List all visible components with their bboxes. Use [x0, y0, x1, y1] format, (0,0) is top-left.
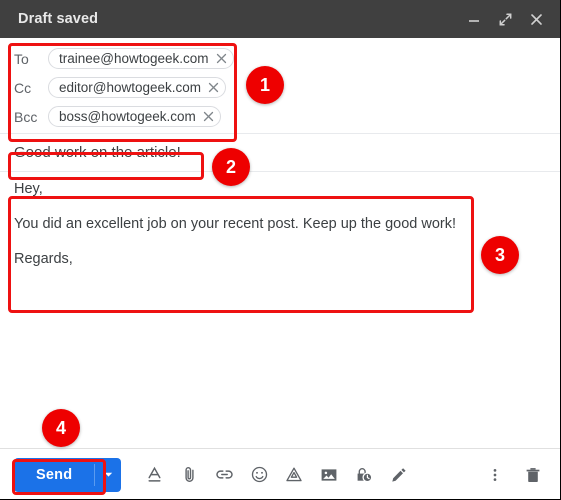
- confidential-mode-icon[interactable]: [349, 459, 379, 491]
- minimize-button[interactable]: [460, 5, 488, 33]
- window-controls: [460, 5, 550, 33]
- message-blank-2: [14, 233, 560, 251]
- attach-file-icon[interactable]: [174, 459, 204, 491]
- toolbar-right-group: [480, 459, 548, 491]
- formatting-options-icon[interactable]: [139, 459, 169, 491]
- remove-recipient-icon[interactable]: [203, 111, 214, 122]
- to-row[interactable]: To trainee@howtogeek.com: [0, 44, 560, 73]
- insert-drive-file-icon[interactable]: [279, 459, 309, 491]
- remove-recipient-icon[interactable]: [216, 53, 227, 64]
- recipient-chip-label: trainee@howtogeek.com: [59, 51, 209, 66]
- insert-signature-icon[interactable]: [384, 459, 414, 491]
- compose-body: To trainee@howtogeek.com Cc editor@howto…: [0, 38, 560, 499]
- message-blank-1: [14, 198, 560, 216]
- insert-link-icon[interactable]: [209, 459, 239, 491]
- insert-emoji-icon[interactable]: [244, 459, 274, 491]
- toolbar-icon-group: [139, 459, 414, 491]
- cc-label: Cc: [14, 79, 32, 96]
- message-body-input[interactable]: Hey, You did an excellent job on your re…: [0, 172, 560, 268]
- more-options-icon[interactable]: [480, 459, 510, 491]
- recipient-chip-bcc[interactable]: boss@howtogeek.com: [48, 106, 221, 127]
- remove-recipient-icon[interactable]: [208, 82, 219, 93]
- message-line-1: Hey,: [14, 181, 43, 197]
- send-button-group[interactable]: Send: [14, 457, 122, 492]
- to-label: To: [14, 50, 29, 67]
- message-line-3: Regards,: [14, 251, 73, 267]
- close-button[interactable]: [522, 5, 550, 33]
- subject-row[interactable]: Good work on the article!: [0, 134, 560, 171]
- compose-window: Draft saved To trainee@howtogeek.com Cc …: [0, 0, 561, 500]
- recipient-chip-label: editor@howtogeek.com: [59, 80, 202, 95]
- bcc-row[interactable]: Bcc boss@howtogeek.com: [0, 102, 560, 131]
- send-options-dropdown[interactable]: [95, 458, 121, 492]
- bcc-label: Bcc: [14, 108, 38, 125]
- compose-titlebar: Draft saved: [0, 0, 560, 38]
- trash-icon[interactable]: [518, 459, 548, 491]
- compose-toolbar: Send: [0, 448, 560, 499]
- recipient-chip-cc[interactable]: editor@howtogeek.com: [48, 77, 227, 98]
- cc-row[interactable]: Cc editor@howtogeek.com: [0, 73, 560, 102]
- recipient-chip-to[interactable]: trainee@howtogeek.com: [48, 48, 234, 69]
- expand-button[interactable]: [491, 5, 519, 33]
- compose-title: Draft saved: [18, 11, 99, 27]
- subject-input[interactable]: Good work on the article!: [14, 144, 181, 161]
- recipients-section: To trainee@howtogeek.com Cc editor@howto…: [0, 38, 560, 133]
- message-line-2: You did an excellent job on your recent …: [14, 216, 457, 232]
- send-button[interactable]: Send: [14, 458, 94, 492]
- insert-photo-icon[interactable]: [314, 459, 344, 491]
- recipient-chip-label: boss@howtogeek.com: [59, 109, 196, 124]
